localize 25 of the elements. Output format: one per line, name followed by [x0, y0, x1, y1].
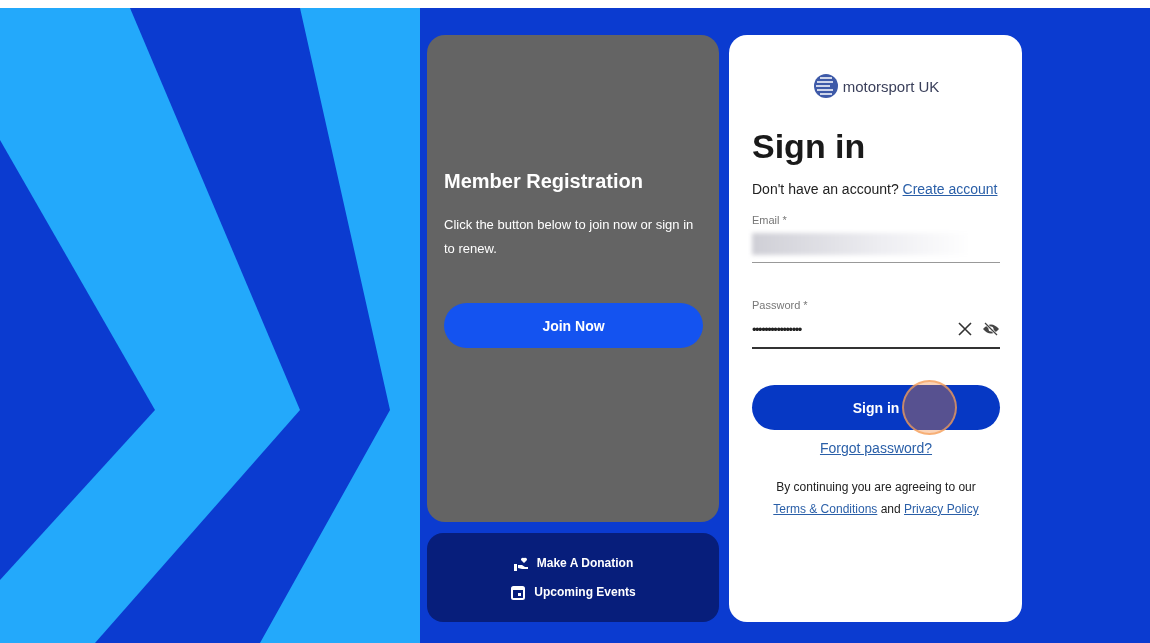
privacy-link[interactable]: Privacy Policy [904, 502, 979, 516]
events-link[interactable]: Upcoming Events [510, 584, 636, 600]
logo-icon [812, 73, 839, 99]
click-indicator [902, 380, 957, 435]
logo-wordmark: motorsport UK [842, 77, 940, 95]
eye-slash-icon[interactable] [982, 322, 1000, 336]
forgot-password-link[interactable]: Forgot password? [752, 440, 1000, 456]
join-now-button[interactable]: Join Now [444, 303, 703, 348]
promo-title: Member Registration [444, 170, 644, 193]
terms-link[interactable]: Terms & Conditions [773, 502, 878, 516]
clear-icon[interactable] [958, 322, 972, 336]
donation-link[interactable]: Make A Donation [512, 555, 634, 571]
password-value: •••••••••••••••• [752, 321, 803, 337]
password-field[interactable]: Password * •••••••••••••••• [752, 299, 1000, 349]
create-account-link[interactable]: Create account [902, 181, 998, 197]
email-field[interactable]: Email * [752, 214, 1000, 263]
promo-text: Click the button below to join now or sign in to renew. [444, 216, 695, 258]
sign-in-button[interactable]: Sign in [752, 385, 1000, 430]
hand-heart-icon [512, 555, 529, 571]
calendar-icon [510, 584, 527, 600]
field-label: Password * [752, 299, 809, 311]
legal-text: By continuing you are agreeing to our Terms & Conditions and Privacy Policy [772, 479, 980, 518]
sign-in-title: Sign in [752, 127, 867, 166]
field-label: Email * [752, 214, 788, 226]
account-prompt: Don't have an account? Create account [752, 180, 999, 199]
